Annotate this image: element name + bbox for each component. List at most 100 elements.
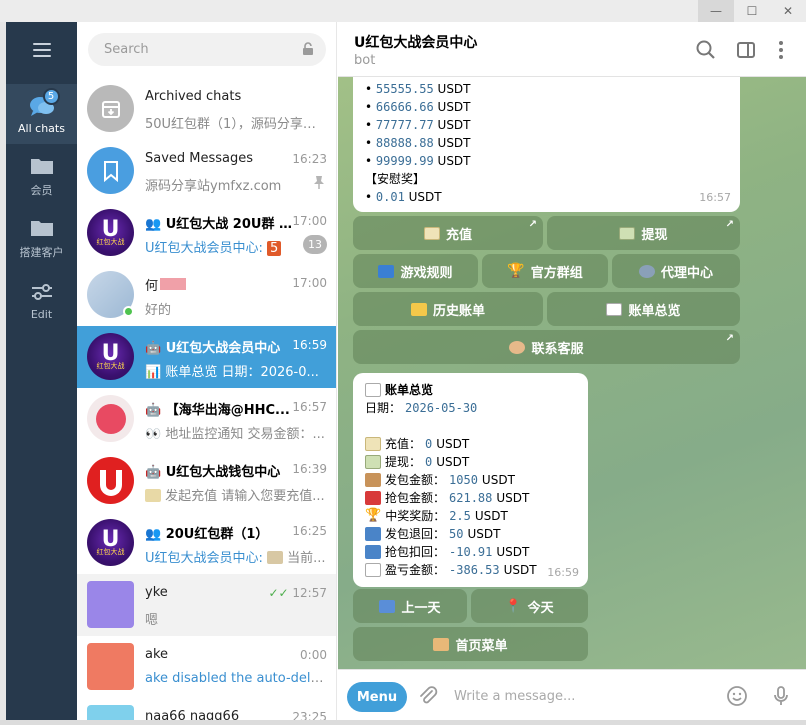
prize-line: • 99999.99 USDT bbox=[365, 154, 471, 168]
attach-icon[interactable] bbox=[416, 684, 440, 708]
chat-time: 16:23 bbox=[292, 152, 327, 166]
trend-chart-icon bbox=[365, 563, 381, 577]
bill-row-send: 发包金额： 1050 USDT bbox=[365, 471, 576, 489]
lock-icon[interactable] bbox=[301, 42, 315, 56]
close-button[interactable]: ✕ bbox=[770, 0, 806, 22]
message-input[interactable] bbox=[454, 680, 714, 712]
game-rules-button[interactable]: 游戏规则 bbox=[353, 254, 478, 288]
group-icon: 👥 bbox=[145, 217, 166, 232]
chat-time: ✓✓ 12:57 bbox=[268, 586, 327, 600]
avatar bbox=[87, 395, 134, 442]
chat-time: 17:00 bbox=[292, 276, 327, 290]
hamburger-menu-icon[interactable] bbox=[6, 40, 77, 60]
chat-row-naa66[interactable]: naa66 nagg66 23:25 bbox=[77, 698, 336, 720]
folder-icon bbox=[29, 154, 55, 178]
prize-line: • 88888.88 USDT bbox=[365, 136, 471, 150]
chat-name: 🤖 【海华出海@HHC... bbox=[145, 403, 290, 418]
house-icon bbox=[433, 637, 450, 651]
window-controls: — ☐ ✕ bbox=[698, 0, 806, 22]
folder-edit[interactable]: Edit bbox=[6, 270, 77, 330]
folder-label: 搭建客户 bbox=[19, 246, 64, 259]
avatar bbox=[87, 643, 134, 690]
sliders-icon bbox=[29, 280, 55, 304]
withdraw-button[interactable]: 提现 ↗ bbox=[547, 216, 740, 250]
bot-menu-button[interactable]: Menu bbox=[347, 682, 407, 712]
red-envelope-icon bbox=[365, 491, 381, 505]
chat-time: 16:57 bbox=[292, 400, 327, 414]
contact-support-button[interactable]: 联系客服 ↗ bbox=[353, 330, 740, 364]
chat-bubbles-icon: 5 bbox=[29, 87, 60, 118]
consolation-label: 【安慰奖】 bbox=[365, 172, 426, 186]
chat-row-archived[interactable]: Archived chats 50U红包群（1），源码分享站... bbox=[77, 78, 336, 140]
bill-title: 账单总览 bbox=[365, 381, 576, 399]
today-button[interactable]: 📍 今天 bbox=[471, 589, 588, 623]
bill-row-grab-deduct: 抢包扣回： -10.91 USDT bbox=[365, 543, 576, 561]
chat-row-haihua[interactable]: 🤖 【海华出海@HHC... 16:57 👀 地址监控通知 交易金额：... bbox=[77, 388, 336, 450]
recharge-button[interactable]: 充值 ↗ bbox=[353, 216, 543, 250]
sidebar-toggle-icon[interactable] bbox=[735, 39, 757, 61]
avatar: U 红包大战 bbox=[87, 209, 134, 256]
book-icon bbox=[378, 264, 395, 278]
chat-preview: 👀 地址监控通知 交易金额：... bbox=[145, 427, 325, 442]
folder-all-chats[interactable]: 5 All chats bbox=[6, 84, 77, 144]
chat-preview: 50U红包群（1），源码分享站... bbox=[145, 117, 327, 132]
bar-chart-icon bbox=[606, 302, 623, 316]
page-title[interactable]: U红包大战会员中心 bbox=[354, 32, 477, 52]
chat-name: Archived chats bbox=[145, 89, 242, 104]
official-group-button[interactable]: 🏆 官方群组 bbox=[482, 254, 608, 288]
search-input[interactable] bbox=[88, 33, 326, 66]
chat-row-yke[interactable]: yke ✓✓ 12:57 嗯 bbox=[77, 574, 336, 636]
chat-row-wallet-center[interactable]: 🤖 U红包大战钱包中心 16:39 发起充值 请输入您要充值... bbox=[77, 450, 336, 512]
chat-name: 🤖 U红包大战会员中心 bbox=[145, 341, 281, 356]
chat-row-ake[interactable]: ake 0:00 ake disabled the auto-dele... bbox=[77, 636, 336, 698]
package-icon bbox=[365, 473, 381, 487]
bookmark-icon bbox=[87, 147, 134, 194]
chat-time: 16:39 bbox=[292, 462, 327, 476]
message-prize-list: • 55555.55 USDT • 66666.66 USDT • 77777.… bbox=[353, 62, 740, 212]
chat-row-saved-messages[interactable]: Saved Messages 16:23 源码分享站ymfxz.com bbox=[77, 140, 336, 202]
chat-row-group-20u[interactable]: U 红包大战 👥 U红包大战 20U群 (... 17:00 U红包大战会员中心:… bbox=[77, 202, 336, 264]
avatar bbox=[87, 581, 134, 628]
chat-preview: 好的 bbox=[145, 303, 172, 318]
money-icon bbox=[365, 455, 381, 469]
prize-line: • 0.01 USDT bbox=[365, 190, 442, 204]
chat-time: 0:00 bbox=[300, 648, 327, 662]
bill-row-recharge: 充值： 0 USDT bbox=[365, 435, 576, 453]
home-menu-button[interactable]: 首页菜单 bbox=[353, 627, 588, 661]
maximize-button[interactable]: ☐ bbox=[734, 0, 770, 22]
prize-line: • 77777.77 USDT bbox=[365, 118, 471, 132]
window-titlebar: — ☐ ✕ bbox=[0, 0, 806, 22]
minimize-button[interactable]: — bbox=[698, 0, 734, 22]
history-bills-button[interactable]: 历史账单 bbox=[353, 292, 543, 326]
bill-overview-button[interactable]: 账单总览 bbox=[547, 292, 740, 326]
chat-preview: 📊 账单总览 日期：2026-0... bbox=[145, 365, 319, 380]
chat-time: 17:00 bbox=[292, 214, 327, 228]
chat-name: 何 bbox=[145, 275, 295, 294]
avatar bbox=[87, 705, 134, 720]
bill-row-profit: 盈亏金额： -386.53 USDT bbox=[365, 561, 576, 579]
chat-row-private[interactable]: 何 17:00 好的 bbox=[77, 264, 336, 326]
avatar: U 红包大战 bbox=[87, 519, 134, 566]
agent-center-button[interactable]: 代理中心 bbox=[612, 254, 740, 288]
avatar: U 红包大战 bbox=[87, 333, 134, 380]
folder-build-clients[interactable]: 搭建客户 bbox=[6, 208, 77, 268]
folder-members[interactable]: 会员 bbox=[6, 146, 77, 206]
prize-line: • 66666.66 USDT bbox=[365, 100, 471, 114]
chat-subtitle: bot bbox=[354, 53, 376, 68]
emoji-icon[interactable] bbox=[725, 684, 749, 708]
search-icon[interactable] bbox=[695, 39, 717, 61]
chat-row-member-center[interactable]: U 红包大战 🤖 U红包大战会员中心 16:59 📊 账单总览 日期：2026-0… bbox=[77, 326, 336, 388]
trophy-icon: 🏆 bbox=[365, 508, 382, 523]
folder-icon bbox=[29, 216, 55, 240]
unread-count-badge: 13 bbox=[303, 235, 327, 254]
unread-folder-badge: 5 bbox=[42, 87, 60, 105]
chat-row-group-20u-1[interactable]: U 红包大战 👥 20U红包群（1） 16:25 U红包大战会员中心: 当前... bbox=[77, 512, 336, 574]
bill-row-send-refund: 发包退回： 50 USDT bbox=[365, 525, 576, 543]
message-time: 16:59 bbox=[547, 566, 579, 579]
more-options-icon[interactable] bbox=[770, 39, 792, 61]
previous-day-button[interactable]: 上一天 bbox=[353, 589, 467, 623]
card-icon bbox=[145, 489, 161, 502]
microphone-icon[interactable] bbox=[769, 684, 793, 708]
back-arrow-icon bbox=[379, 599, 396, 613]
online-indicator bbox=[123, 306, 134, 317]
